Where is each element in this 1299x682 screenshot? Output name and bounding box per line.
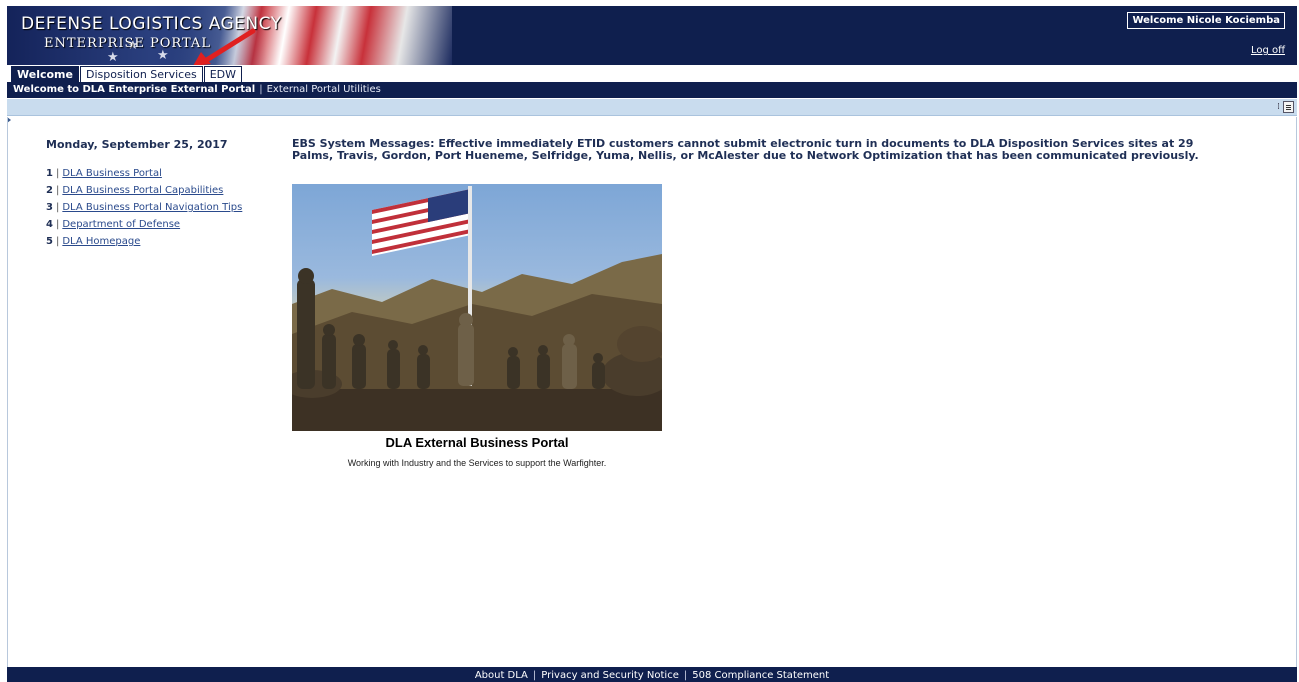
subnav-portal-utilities[interactable]: External Portal Utilities bbox=[267, 84, 381, 95]
page-menu-icon[interactable] bbox=[1283, 101, 1294, 113]
photo-subcaption: Working with Industry and the Services t… bbox=[347, 458, 607, 468]
link-dla-homepage[interactable]: DLA Homepage bbox=[62, 236, 140, 247]
logoff-link[interactable]: Log off bbox=[1251, 45, 1285, 56]
top-tab-bar: Welcome Disposition Services EDW bbox=[11, 66, 243, 82]
photo-caption: DLA External Business Portal bbox=[385, 435, 569, 450]
current-date: Monday, September 25, 2017 bbox=[46, 138, 228, 151]
footer-link-about-dla[interactable]: About DLA bbox=[475, 670, 528, 681]
portal-header: ★ ★ ★ DEFENSE LOGISTICS AGENCY ENTERPRIS… bbox=[7, 6, 1297, 65]
star-icon: ★ bbox=[107, 50, 119, 65]
portal-subtitle: ENTERPRISE PORTAL bbox=[44, 36, 211, 51]
tab-edw[interactable]: EDW bbox=[203, 66, 242, 82]
link-department-of-defense[interactable]: Department of Defense bbox=[62, 219, 180, 230]
link-number: 4 bbox=[46, 219, 53, 230]
link-navigation-tips[interactable]: DLA Business Portal Navigation Tips bbox=[62, 202, 242, 213]
sub-navigation: Welcome to DLA Enterprise External Porta… bbox=[7, 82, 1297, 98]
page-toolbar: ⁞ bbox=[7, 99, 1297, 116]
list-item: 5 | DLA Homepage bbox=[46, 236, 141, 247]
annotation-arrow-icon bbox=[193, 28, 256, 65]
link-number: 5 bbox=[46, 236, 53, 247]
content-frame-border bbox=[1296, 117, 1297, 667]
subnav-welcome-portal[interactable]: Welcome to DLA Enterprise External Porta… bbox=[13, 84, 255, 95]
system-message: EBS System Messages: Effective immediate… bbox=[292, 137, 1199, 162]
link-number: 1 bbox=[46, 168, 53, 179]
list-item: 4 | Department of Defense bbox=[46, 219, 181, 230]
tab-welcome[interactable]: Welcome bbox=[11, 66, 79, 82]
list-item: 3 | DLA Business Portal Navigation Tips bbox=[46, 202, 243, 213]
link-number: 3 bbox=[46, 202, 53, 213]
footer-link-508-compliance[interactable]: 508 Compliance Statement bbox=[692, 670, 829, 681]
footer-link-privacy-notice[interactable]: Privacy and Security Notice bbox=[541, 670, 679, 681]
link-business-portal-capabilities[interactable]: DLA Business Portal Capabilities bbox=[62, 185, 223, 196]
list-item: 1 | DLA Business Portal bbox=[46, 168, 162, 179]
quick-links-list: 1 | DLA Business Portal 2 | DLA Business Por… bbox=[46, 168, 242, 253]
tab-disposition-services[interactable]: Disposition Services bbox=[79, 66, 203, 82]
content-frame-border bbox=[7, 117, 8, 667]
list-item: 2 | DLA Business Portal Capabilities bbox=[46, 185, 224, 196]
grip-icon: ⁞ bbox=[1277, 102, 1280, 112]
link-number: 2 bbox=[46, 185, 53, 196]
flag-banner: ★ ★ ★ DEFENSE LOGISTICS AGENCY ENTERPRIS… bbox=[7, 6, 452, 65]
subnav-separator: | bbox=[259, 84, 263, 95]
photo-illustration bbox=[292, 186, 662, 431]
page-footer: About DLA | Privacy and Security Notice | 50… bbox=[7, 667, 1297, 682]
welcome-user-label: Welcome Nicole Kociemba bbox=[1127, 12, 1285, 29]
link-dla-business-portal[interactable]: DLA Business Portal bbox=[62, 168, 162, 179]
flag-raising-photo bbox=[292, 184, 662, 431]
